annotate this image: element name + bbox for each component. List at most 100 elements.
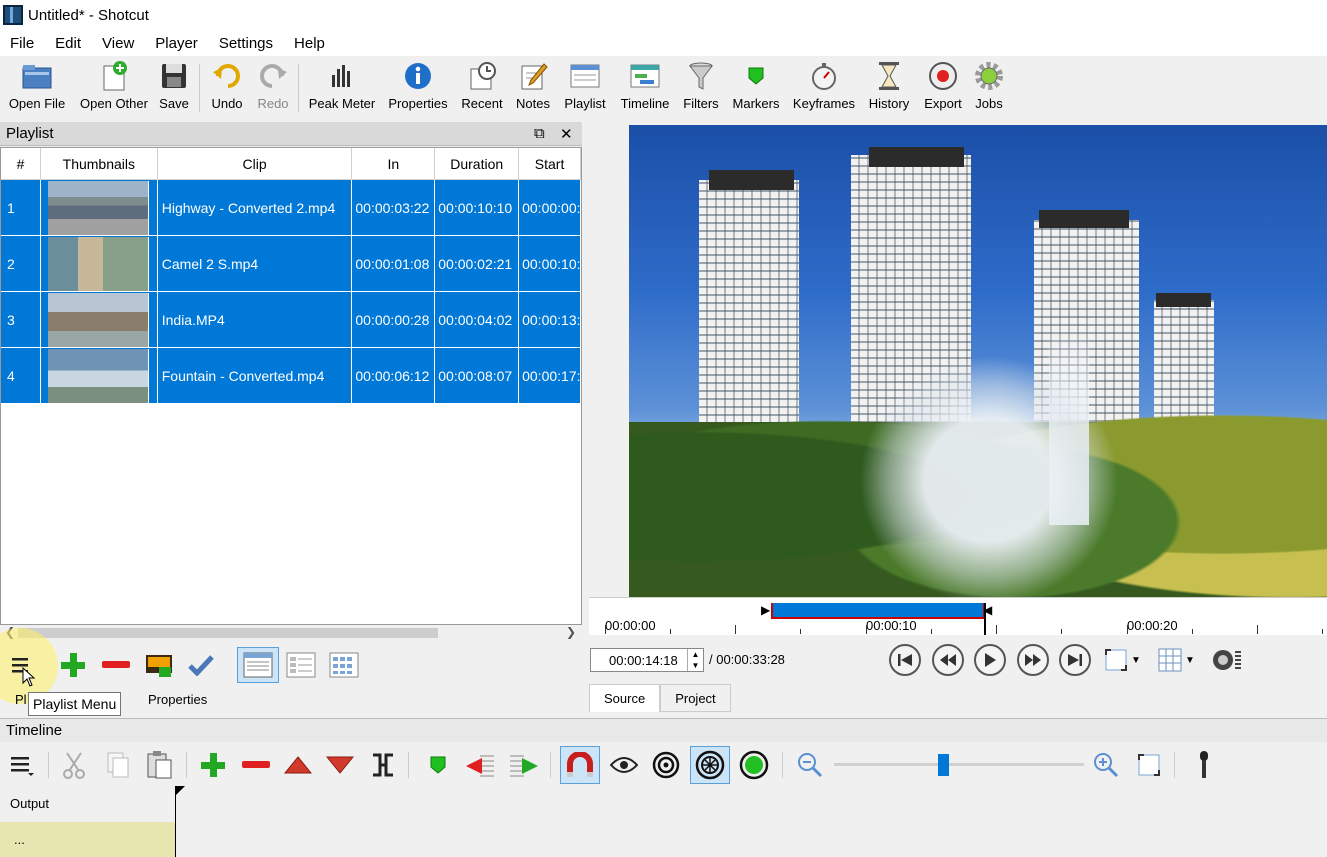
export-label: Export xyxy=(924,96,962,111)
timeline-button[interactable]: Timeline xyxy=(620,60,670,116)
tab-source[interactable]: Source xyxy=(589,684,661,712)
paste-button[interactable] xyxy=(142,747,178,783)
tab-playlist[interactable]: Pl xyxy=(15,692,27,707)
tab-properties[interactable]: Properties xyxy=(148,692,207,707)
icons-view-button[interactable] xyxy=(327,648,361,682)
save-button[interactable]: Save xyxy=(158,60,190,116)
close-icon[interactable]: ✕ xyxy=(560,125,573,143)
player-scrub-ruler[interactable]: ▶ ◀ 00:00:00 00:00:10 00:00:20 xyxy=(589,597,1327,635)
column-header-number[interactable]: # xyxy=(1,148,41,179)
next-marker-button[interactable] xyxy=(506,747,542,783)
tab-project[interactable]: Project xyxy=(660,684,731,712)
undock-icon[interactable]: ⧉ xyxy=(534,125,545,142)
playlist-menu-tooltip: Playlist Menu xyxy=(28,692,122,716)
zoom-fit-button[interactable] xyxy=(1131,747,1167,783)
grid-dropdown-arrow-icon[interactable]: ▼ xyxy=(1183,646,1197,674)
tiles-view-icon xyxy=(286,652,316,678)
jobs-button[interactable]: Jobs xyxy=(972,60,1006,116)
append-button[interactable] xyxy=(195,747,231,783)
zoom-slider-handle[interactable] xyxy=(938,754,949,776)
tiles-view-button[interactable] xyxy=(284,648,318,682)
playlist-append-button[interactable] xyxy=(56,648,90,682)
clip-start: 00:00:13: xyxy=(519,292,581,347)
timecode-input[interactable]: 00:00:14:18 ▲ ▼ xyxy=(590,648,704,672)
record-audio-button[interactable] xyxy=(1186,747,1222,783)
column-header-clip[interactable]: Clip xyxy=(158,148,353,179)
timeline-menu-button[interactable] xyxy=(4,747,40,783)
undo-button[interactable]: Undo xyxy=(209,60,245,116)
column-header-start[interactable]: Start xyxy=(519,148,581,179)
zoom-dropdown-arrow-icon[interactable]: ▼ xyxy=(1129,646,1143,674)
export-button[interactable]: Export xyxy=(922,60,964,116)
history-button[interactable]: History xyxy=(868,60,910,116)
save-icon xyxy=(158,60,190,92)
menu-settings[interactable]: Settings xyxy=(209,35,284,52)
ripple-markers-toggle-button[interactable] xyxy=(736,747,772,783)
peak-meter-button[interactable]: Peak Meter xyxy=(309,60,375,116)
copy-button[interactable] xyxy=(100,747,136,783)
playlist-update-all-button[interactable] xyxy=(184,648,218,682)
volume-button[interactable] xyxy=(1211,646,1241,674)
rewind-button[interactable] xyxy=(932,644,964,676)
playlist-button[interactable]: Playlist xyxy=(564,60,606,116)
menu-help[interactable]: Help xyxy=(284,35,336,52)
ripple-all-tracks-toggle-button[interactable] xyxy=(690,746,730,784)
table-row[interactable]: 3 India.MP4 00:00:00:28 00:00:04:02 00:0… xyxy=(1,292,581,348)
open-file-button[interactable]: Open File xyxy=(9,60,65,116)
ripple-markers-icon xyxy=(739,750,769,780)
ripple-delete-button[interactable] xyxy=(238,747,274,783)
in-point-marker-icon[interactable]: ▶ xyxy=(761,603,770,617)
toggle-zoom-button[interactable] xyxy=(1101,646,1131,674)
properties-button[interactable]: Properties xyxy=(388,60,448,116)
zoom-out-button[interactable] xyxy=(792,747,828,783)
timecode-spinner[interactable]: ▲ ▼ xyxy=(687,649,703,671)
timeline-play-head[interactable] xyxy=(175,786,176,857)
skip-to-end-button[interactable] xyxy=(1059,644,1091,676)
table-row[interactable]: 4 Fountain - Converted.mp4 00:00:06:12 0… xyxy=(1,348,581,404)
recent-button[interactable]: Recent xyxy=(460,60,504,116)
scrub-toggle-button[interactable] xyxy=(606,747,642,783)
snap-toggle-button[interactable] xyxy=(560,746,600,784)
open-other-button[interactable]: Open Other xyxy=(79,60,149,116)
overwrite-button[interactable] xyxy=(322,747,358,783)
zoom-slider-track[interactable] xyxy=(834,763,1084,766)
playlist-update-button[interactable] xyxy=(142,648,176,682)
video-preview[interactable] xyxy=(629,125,1327,597)
notes-button[interactable]: Notes xyxy=(514,60,552,116)
track-header[interactable]: ... xyxy=(0,822,175,857)
scroll-right-arrow-icon[interactable]: ❯ xyxy=(566,625,576,639)
menu-file[interactable]: File xyxy=(0,35,45,52)
keyframes-button[interactable]: Keyframes xyxy=(792,60,856,116)
details-view-button[interactable] xyxy=(237,647,279,683)
markers-button[interactable]: Markers xyxy=(732,60,780,116)
filters-button[interactable]: Filters xyxy=(683,60,719,116)
zoom-in-button[interactable] xyxy=(1088,747,1124,783)
add-marker-button[interactable] xyxy=(420,747,456,783)
toggle-grid-button[interactable] xyxy=(1155,646,1185,674)
skip-to-start-button[interactable] xyxy=(889,644,921,676)
column-header-in[interactable]: In xyxy=(352,148,436,179)
column-header-thumbnails[interactable]: Thumbnails xyxy=(41,148,158,179)
previous-marker-button[interactable] xyxy=(462,747,498,783)
menu-player[interactable]: Player xyxy=(145,35,209,52)
tower-roof xyxy=(869,147,964,167)
plus-icon xyxy=(201,753,225,777)
cut-button[interactable] xyxy=(56,747,92,783)
play-button[interactable] xyxy=(974,644,1006,676)
ripple-toggle-button[interactable] xyxy=(648,747,684,783)
ruler-tick xyxy=(1061,629,1062,634)
lift-button[interactable] xyxy=(280,747,316,783)
scrollbar-thumb[interactable] xyxy=(18,628,438,638)
table-row[interactable]: 1 Highway - Converted 2.mp4 00:00:03:22 … xyxy=(1,180,581,236)
fast-forward-button[interactable] xyxy=(1017,644,1049,676)
redo-button[interactable]: Redo xyxy=(256,60,290,116)
play-head[interactable] xyxy=(984,603,986,635)
menu-view[interactable]: View xyxy=(92,35,145,52)
table-row[interactable]: 2 Camel 2 S.mp4 00:00:01:08 00:00:02:21 … xyxy=(1,236,581,292)
playlist-horizontal-scrollbar[interactable]: ❮ ❯ xyxy=(0,625,582,641)
playlist-remove-button[interactable] xyxy=(99,648,133,682)
menu-edit[interactable]: Edit xyxy=(45,35,92,52)
column-header-duration[interactable]: Duration xyxy=(435,148,520,179)
thumbnail xyxy=(41,236,158,291)
split-button[interactable] xyxy=(365,747,401,783)
